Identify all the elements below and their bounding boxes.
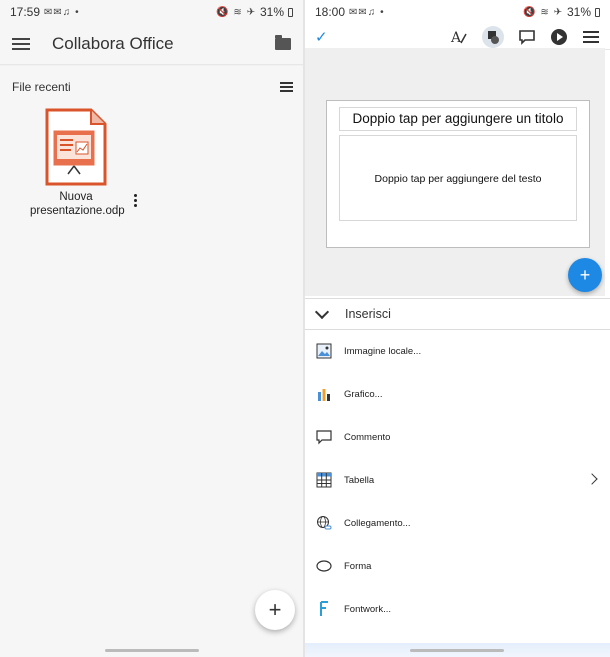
battery-level: 31%: [566, 5, 591, 19]
battery-icon: [288, 7, 293, 17]
home-indicator: [105, 649, 199, 652]
status-bar: 17:59 ✉✉♫ • 🔇 ≋ ✈ 31%: [0, 0, 303, 24]
new-document-button[interactable]: +: [255, 590, 295, 630]
menu-item-fontwork[interactable]: Fontwork...: [305, 594, 610, 624]
menu-item-comment[interactable]: Commento: [305, 422, 610, 452]
home-indicator: [410, 649, 504, 652]
recent-files-header: File recenti: [0, 70, 303, 104]
shape-icon: [315, 557, 333, 575]
shape-insert-icon[interactable]: [482, 25, 504, 48]
slide-text-placeholder[interactable]: Doppio tap per aggiungere del testo: [339, 135, 577, 221]
menu-item-shape[interactable]: Forma: [305, 551, 610, 581]
link-icon: [315, 514, 333, 532]
file-name: Nuova presentazione.odp: [30, 191, 125, 217]
comment-icon: [315, 428, 333, 446]
table-icon: [315, 471, 333, 489]
slide[interactable]: Doppio tap per aggiungere un titolo Dopp…: [326, 100, 590, 248]
battery-level: 31%: [259, 5, 284, 19]
connectivity-icons: 🔇 ≋ ✈: [523, 6, 563, 18]
recent-files-label: File recenti: [12, 80, 71, 94]
menu-item-local-image[interactable]: Immagine locale...: [305, 336, 610, 366]
play-presentation-icon[interactable]: [550, 28, 568, 46]
status-time: 18:00: [315, 5, 346, 19]
insert-title: Inserisci: [345, 307, 391, 321]
list-view-icon[interactable]: [280, 82, 293, 92]
folder-icon[interactable]: [275, 35, 291, 50]
app-title: Collabora Office: [52, 34, 174, 53]
chevron-right-icon[interactable]: [586, 473, 598, 485]
editor-screen: 18:00 ✉✉♫ • 🔇 ≋ ✈ 31% ✓ A Doppio tap per…: [305, 0, 610, 657]
menu-item-table[interactable]: Tabella: [305, 465, 610, 495]
image-icon: [315, 342, 333, 360]
status-time: 17:59: [10, 5, 41, 19]
status-bar: 18:00 ✉✉♫ • 🔇 ≋ ✈ 31%: [305, 0, 610, 24]
menu-item-chart[interactable]: Grafico...: [305, 379, 610, 409]
slide-canvas[interactable]: Doppio tap per aggiungere un titolo Dopp…: [305, 48, 605, 296]
hamburger-menu-icon[interactable]: [12, 38, 30, 50]
notification-icons: ✉✉♫ •: [349, 6, 385, 18]
file-browser-screen: 17:59 ✉✉♫ • 🔇 ≋ ✈ 31% Collabora Office F…: [0, 0, 303, 657]
chart-icon: [315, 385, 333, 403]
notification-icons: ✉✉♫ •: [44, 6, 80, 18]
insert-header[interactable]: Inserisci: [305, 299, 610, 330]
app-bar-shadow: [0, 64, 303, 66]
editor-toolbar: ✓ A: [305, 24, 610, 50]
menu-item-hyperlink[interactable]: Collegamento...: [305, 508, 610, 538]
file-options-icon[interactable]: [134, 194, 137, 207]
app-bar: Collabora Office: [0, 24, 303, 64]
connectivity-icons: 🔇 ≋ ✈: [216, 6, 256, 18]
svg-text:A: A: [450, 30, 462, 46]
fontwork-icon: [315, 600, 333, 618]
battery-icon: [595, 7, 600, 17]
presentation-file-icon: [45, 108, 107, 186]
text-format-icon[interactable]: A: [450, 28, 468, 46]
insert-panel: Inserisci Immagine locale... Grafico... …: [305, 298, 610, 657]
slide-title-placeholder[interactable]: Doppio tap per aggiungere un titolo: [339, 107, 577, 131]
done-check-icon[interactable]: ✓: [315, 28, 328, 46]
overflow-menu-icon[interactable]: [582, 28, 600, 46]
add-slide-button[interactable]: +: [568, 258, 602, 292]
chevron-down-icon[interactable]: [314, 304, 330, 319]
comment-icon[interactable]: [518, 28, 536, 46]
